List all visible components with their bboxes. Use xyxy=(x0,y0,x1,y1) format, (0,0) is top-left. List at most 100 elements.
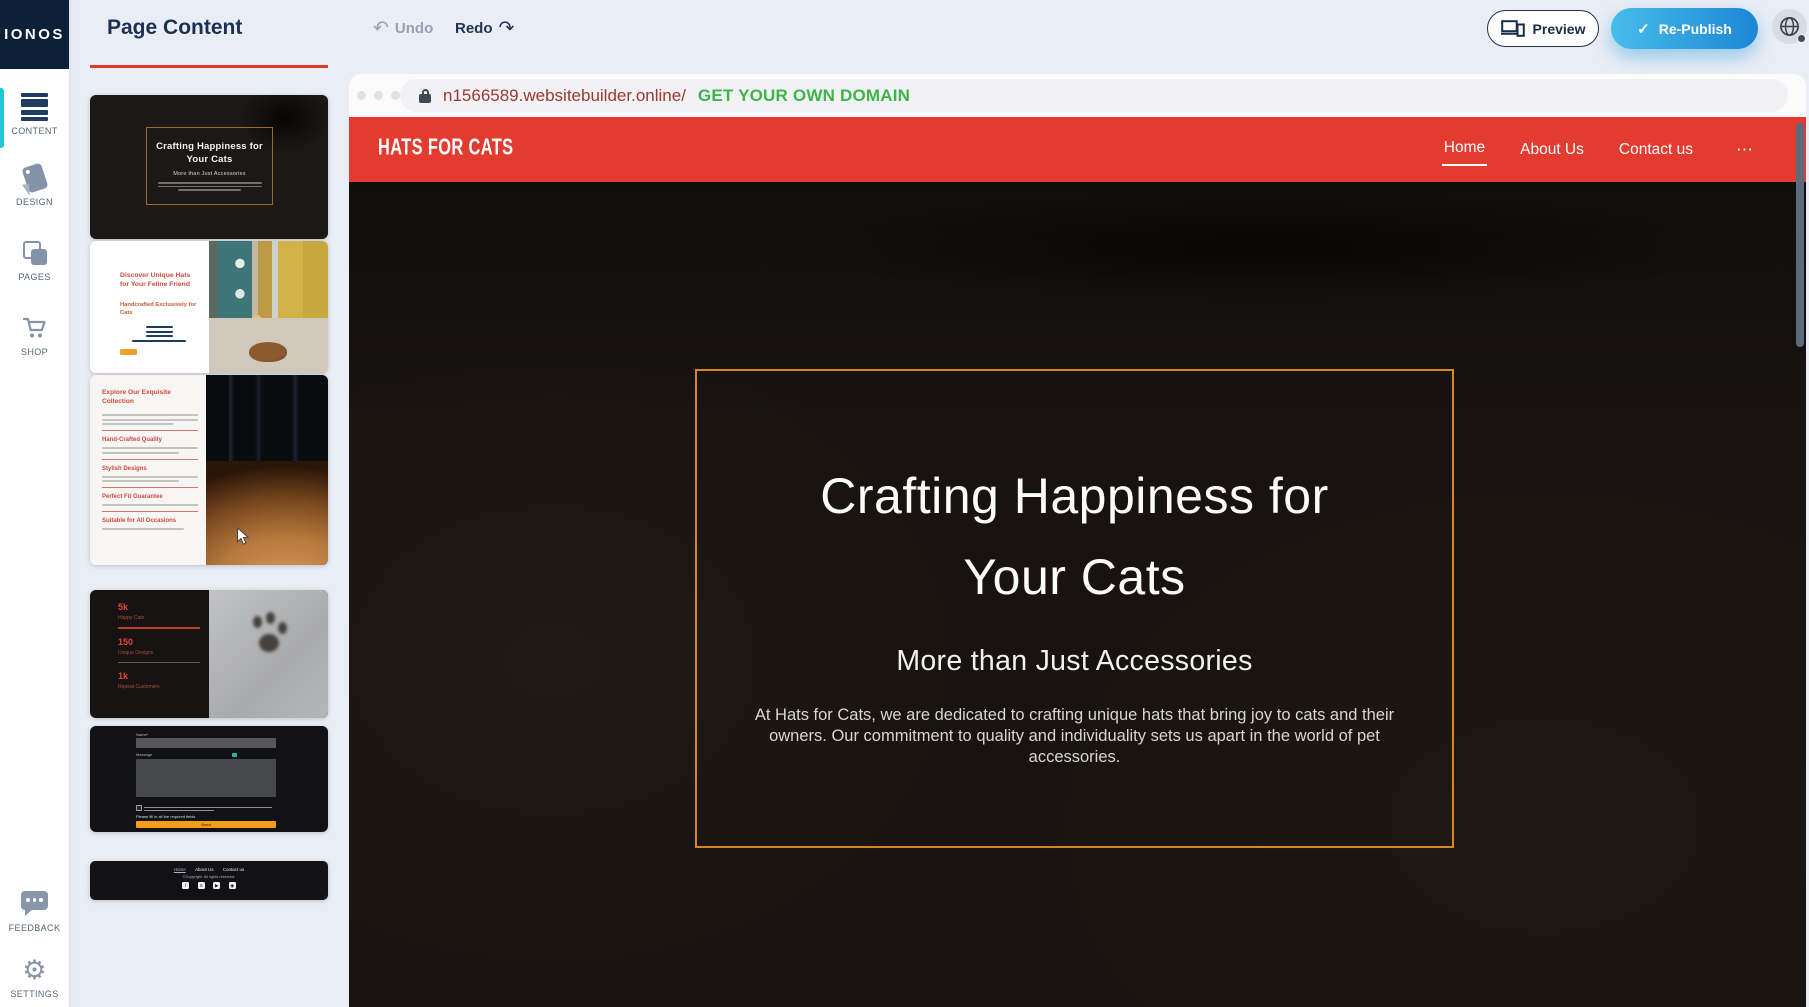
section-thumbnail-collection[interactable]: Explore Our Exquisite Collection Hand-Cr… xyxy=(90,375,328,565)
window-dot xyxy=(374,91,383,100)
mini-collection-heading: Explore Our Exquisite Collection xyxy=(102,389,198,406)
sidebar-item-design[interactable]: DESIGN xyxy=(0,163,69,207)
redo-label: Redo xyxy=(455,20,493,37)
app-sidebar: IONOS CONTENT DESIGN PAGES SHOP xyxy=(0,0,69,1007)
sidebar-item-content[interactable]: CONTENT xyxy=(0,92,69,136)
mini-form-name-label: Name* xyxy=(136,732,148,737)
paw-print-photo xyxy=(209,590,328,718)
window-dot xyxy=(357,91,366,100)
undo-button[interactable]: ↶ Undo xyxy=(373,17,433,39)
content-icon xyxy=(0,92,69,122)
sidebar-item-label: CONTENT xyxy=(0,126,69,136)
mini-stat-value: 1k xyxy=(118,671,200,681)
hero-mini-selection-box: Crafting Happiness for Your Cats More th… xyxy=(146,127,273,205)
preview-devices-icon xyxy=(1501,20,1525,37)
preview-label: Preview xyxy=(1533,21,1586,37)
pages-icon xyxy=(0,238,69,268)
undo-label: Undo xyxy=(395,20,433,37)
x-icon: X xyxy=(198,882,205,889)
mini-stat-label: Unique Designs xyxy=(118,650,200,656)
mini-form-submit-button: Send xyxy=(136,821,276,828)
mini-footer-link: Contact us xyxy=(223,867,245,872)
section-thumbnail-footer[interactable]: Home About Us Contact us ©Copyright. All… xyxy=(90,861,328,900)
feedback-icon xyxy=(0,885,69,915)
sidebar-item-pages[interactable]: PAGES xyxy=(0,238,69,282)
section-insert-indicator xyxy=(90,65,328,68)
nav-item-about-us[interactable]: About Us xyxy=(1518,135,1586,165)
hero-section: Crafting Happiness for Your Cats More th… xyxy=(349,182,1806,1007)
mini-features-subheading: Handcrafted Exclusively for Cats xyxy=(120,301,198,317)
get-your-own-domain-link[interactable]: GET YOUR OWN DOMAIN xyxy=(698,86,910,106)
mini-stat-label: Happy Cats xyxy=(118,615,200,621)
globe-status-dot xyxy=(1797,34,1806,43)
site-url[interactable]: n1566589.websitebuilder.online/ xyxy=(443,86,686,106)
scrollbar-thumb[interactable] xyxy=(1796,123,1804,347)
mini-form-name-input xyxy=(136,738,276,748)
mini-stat-value: 150 xyxy=(118,637,200,647)
sidebar-item-label: SETTINGS xyxy=(0,989,69,999)
sidebar-item-label: PAGES xyxy=(0,272,69,282)
app-root: IONOS CONTENT DESIGN PAGES SHOP xyxy=(0,0,1809,1007)
lock-icon xyxy=(419,89,431,103)
globe-button[interactable] xyxy=(1772,9,1807,44)
page-title: Page Content xyxy=(107,16,242,40)
sidebar-item-shop[interactable]: SHOP xyxy=(0,313,69,357)
checkmark-icon: ✓ xyxy=(1637,20,1650,38)
hero-title-line1: Crafting Happiness for xyxy=(697,456,1452,537)
cart-icon xyxy=(0,313,69,343)
hero-title-line2: Your Cats xyxy=(697,537,1452,618)
window-dot xyxy=(391,91,400,100)
browser-chrome: n1566589.websitebuilder.online/ GET YOUR… xyxy=(349,74,1806,117)
mini-collection-item: Hand-Crafted Quality xyxy=(102,437,198,443)
selected-section[interactable]: Crafting Happiness for Your Cats More th… xyxy=(695,369,1454,848)
mini-stat-label: Repeat Customers xyxy=(118,684,200,690)
mini-hero-title-line2: Your Cats xyxy=(147,154,272,167)
nav-more-icon[interactable]: ⋯ xyxy=(1736,140,1754,160)
site-logo[interactable]: HATS FOR CATS xyxy=(378,135,514,162)
sidebar-item-settings[interactable]: ⚙ SETTINGS xyxy=(0,955,69,999)
mini-footer-link: About Us xyxy=(195,867,214,872)
mini-form-status-icon xyxy=(232,753,237,757)
site-preview-canvas: n1566589.websitebuilder.online/ GET YOUR… xyxy=(349,74,1806,1007)
facebook-icon: f xyxy=(182,882,189,889)
site-nav: Home About Us Contact us ⋯ xyxy=(1442,117,1754,182)
cat-fur-photo xyxy=(206,375,328,565)
nav-item-home[interactable]: Home xyxy=(1442,133,1487,166)
redo-button[interactable]: Redo ↷ xyxy=(455,17,514,39)
sidebar-item-feedback[interactable]: FEEDBACK xyxy=(0,885,69,933)
address-bar[interactable]: n1566589.websitebuilder.online/ GET YOUR… xyxy=(400,79,1788,112)
section-thumbnail-contact-form[interactable]: Name* Message Please fill in all the req… xyxy=(90,726,328,832)
sidebar-item-label: DESIGN xyxy=(0,197,69,207)
mini-form-message-textarea xyxy=(136,759,276,797)
mini-hero-title-line1: Crafting Happiness for xyxy=(147,141,272,154)
ionos-logo[interactable]: IONOS xyxy=(0,0,69,69)
globe-icon xyxy=(1779,16,1800,37)
section-thumbnail-stats[interactable]: 5k Happy Cats 150 Unique Designs 1k Repe… xyxy=(90,590,328,718)
mini-collection-item: Suitable for All Occasions xyxy=(102,518,198,524)
instagram-icon: ◉ xyxy=(229,882,236,889)
design-icon xyxy=(0,163,69,193)
preview-button[interactable]: Preview xyxy=(1487,10,1599,47)
hero-subtitle: More than Just Accessories xyxy=(697,645,1452,678)
youtube-icon: ▶ xyxy=(213,882,220,889)
section-thumbnail-hero[interactable]: Crafting Happiness for Your Cats More th… xyxy=(90,95,328,239)
mini-hero-subtitle: More than Just Accessories xyxy=(147,171,272,177)
mini-stat-value: 5k xyxy=(118,602,200,612)
ionos-logo-text: IONOS xyxy=(4,26,65,43)
mini-collection-item: Perfect Fit Guarantee xyxy=(102,494,198,500)
hero-body-text: At Hats for Cats, we are dedicated to cr… xyxy=(751,705,1399,767)
mini-form-checkbox xyxy=(136,805,142,811)
gear-icon: ⚙ xyxy=(0,955,69,985)
mini-shop-now-button xyxy=(120,349,137,355)
street-cat-photo xyxy=(209,241,328,373)
nav-item-contact-us[interactable]: Contact us xyxy=(1617,135,1695,165)
redo-icon: ↷ xyxy=(499,17,515,39)
mini-footer-link: Home xyxy=(174,867,186,872)
sidebar-item-label: SHOP xyxy=(0,347,69,357)
section-thumbnail-features[interactable]: Discover Unique Hats for Your Feline Fri… xyxy=(90,241,328,373)
sidebar-item-label: FEEDBACK xyxy=(0,923,69,933)
republish-button[interactable]: ✓ Re-Publish xyxy=(1611,8,1758,49)
site-header: HATS FOR CATS Home About Us Contact us ⋯ xyxy=(349,117,1806,182)
mini-features-heading: Discover Unique Hats for Your Feline Fri… xyxy=(120,271,198,289)
mini-collection-item: Stylish Designs xyxy=(102,466,198,472)
